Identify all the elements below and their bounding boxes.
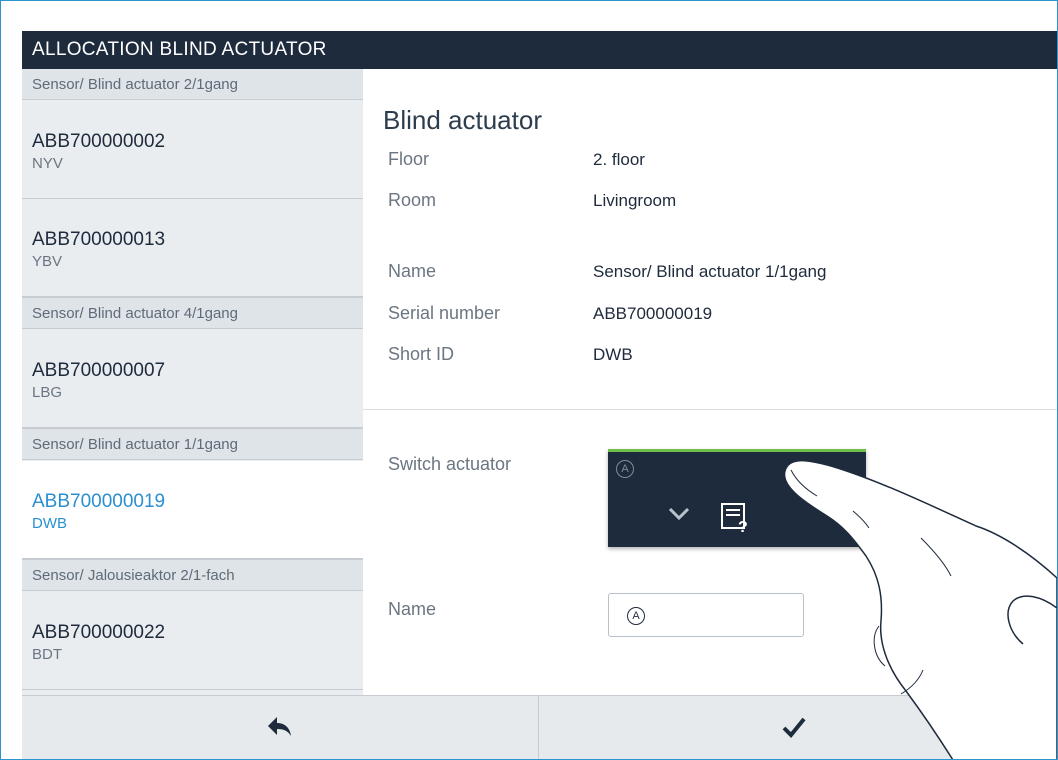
- device-list-sidebar: Sensor/ Blind actuator 2/1gang ABB700000…: [22, 69, 364, 695]
- device-short-id: NYV: [32, 155, 63, 172]
- window-title: ALLOCATION BLIND ACTUATOR: [22, 31, 1057, 69]
- short-id-value: DWB: [593, 345, 633, 364]
- footer-bar: [22, 695, 1057, 759]
- name-field-label: Name: [388, 599, 437, 619]
- checkmark-icon: [782, 717, 806, 738]
- confirm-button[interactable]: [539, 696, 1057, 759]
- device-list-item[interactable]: ABB700000007 LBG: [22, 330, 363, 428]
- name-input[interactable]: A: [608, 593, 804, 637]
- device-serial: ABB700000019: [32, 491, 166, 512]
- device-list-item-selected[interactable]: ABB700000019 DWB: [22, 461, 363, 559]
- detail-title: Blind actuator: [383, 105, 542, 135]
- group-header: Sensor/ Blind actuator 4/1gang: [22, 297, 363, 329]
- back-button[interactable]: [22, 696, 539, 759]
- group-header: Sensor/ Blind actuator 1/1gang: [22, 428, 363, 460]
- device-short-id: YBV: [32, 253, 63, 270]
- device-serial: ABB700000007: [32, 360, 166, 381]
- svg-text:?: ?: [738, 519, 748, 534]
- serial-number-value: ABB700000019: [593, 304, 713, 323]
- floor-value: 2. floor: [593, 150, 645, 169]
- app-frame: ALLOCATION BLIND ACTUATOR Sensor/ Blind …: [0, 0, 1058, 760]
- room-label: Room: [388, 190, 437, 210]
- device-list-item[interactable]: ABB700000002 NYV: [22, 101, 363, 199]
- chevron-down-icon[interactable]: [668, 507, 690, 521]
- device-serial: ABB700000013: [32, 229, 166, 250]
- switch-actuator-tile[interactable]: A ?: [608, 449, 866, 547]
- back-arrow-icon: [268, 717, 291, 736]
- channel-a-icon: A: [627, 607, 645, 625]
- device-short-id: BDT: [32, 646, 62, 663]
- detail-panel: Blind actuator Floor 2. floor Room Livin…: [363, 69, 1057, 695]
- section-divider: [363, 409, 1057, 410]
- group-header: Sensor/ Jalousieaktor 2/1-fach: [22, 559, 363, 591]
- device-short-id: LBG: [32, 384, 63, 401]
- device-short-id: DWB: [32, 515, 67, 532]
- name-value: Sensor/ Blind actuator 1/1gang: [593, 262, 827, 281]
- device-serial: ABB700000022: [32, 622, 166, 643]
- name-label: Name: [388, 261, 437, 281]
- floor-label: Floor: [388, 149, 430, 169]
- channel-a-icon: A: [616, 460, 634, 478]
- serial-number-label: Serial number: [388, 303, 501, 323]
- room-value: Livingroom: [593, 191, 677, 210]
- short-id-label: Short ID: [388, 344, 455, 364]
- switch-actuator-label: Switch actuator: [388, 454, 512, 474]
- device-list-item[interactable]: ABB700000022 BDT: [22, 592, 363, 690]
- device-list-item[interactable]: ABB700000013 YBV: [22, 199, 363, 297]
- group-header: Sensor/ Blind actuator 2/1gang: [22, 69, 363, 100]
- device-serial: ABB700000002: [32, 131, 166, 152]
- device-help-icon: ?: [721, 503, 748, 534]
